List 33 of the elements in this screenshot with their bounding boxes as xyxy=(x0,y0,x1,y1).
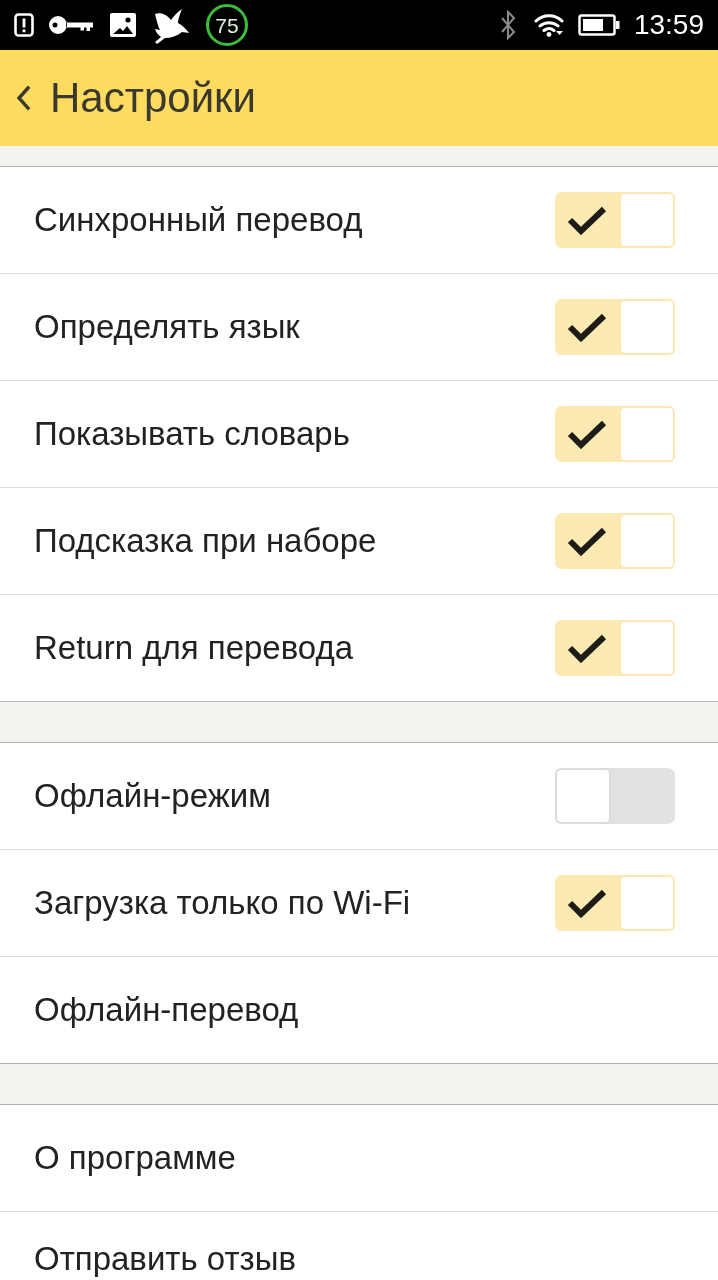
wifi-icon xyxy=(533,13,564,37)
check-icon xyxy=(567,633,607,663)
setting-label: Return для перевода xyxy=(34,629,354,667)
count-badge[interactable]: 75 xyxy=(206,4,248,46)
setting-label: Загрузка только по Wi-Fi xyxy=(34,884,411,922)
toggle-switch[interactable] xyxy=(555,192,675,248)
image-icon[interactable] xyxy=(110,13,136,37)
check-icon xyxy=(567,526,607,556)
alert-icon[interactable] xyxy=(14,13,34,37)
toggle-switch[interactable] xyxy=(555,299,675,355)
toggle-switch[interactable] xyxy=(555,620,675,676)
check-icon xyxy=(567,888,607,918)
toggle-switch[interactable] xyxy=(555,875,675,931)
battery-icon xyxy=(577,14,620,36)
setting-label: Синхронный перевод xyxy=(34,201,363,239)
bluetooth-icon xyxy=(499,10,516,40)
menu-item[interactable]: О программе xyxy=(34,1139,236,1177)
menu-item[interactable]: Офлайн-перевод xyxy=(34,991,299,1029)
back-icon[interactable] xyxy=(15,85,31,111)
toggle-switch[interactable] xyxy=(555,513,675,569)
clock-time: 13:59 xyxy=(633,11,704,39)
setting-label: Офлайн-режим xyxy=(34,777,271,815)
setting-label: Подсказка при наборе xyxy=(34,522,377,560)
toggle-switch[interactable] xyxy=(555,406,675,462)
check-icon xyxy=(567,312,607,342)
key-icon[interactable] xyxy=(48,15,94,35)
page-title: Настройки xyxy=(50,77,256,119)
setting-label: Определять язык xyxy=(34,308,300,346)
toggle-switch[interactable] xyxy=(555,768,675,824)
setting-label: Показывать словарь xyxy=(34,415,350,453)
check-icon xyxy=(567,419,607,449)
check-icon xyxy=(567,205,607,235)
menu-item[interactable]: Отправить отзыв xyxy=(34,1240,296,1278)
